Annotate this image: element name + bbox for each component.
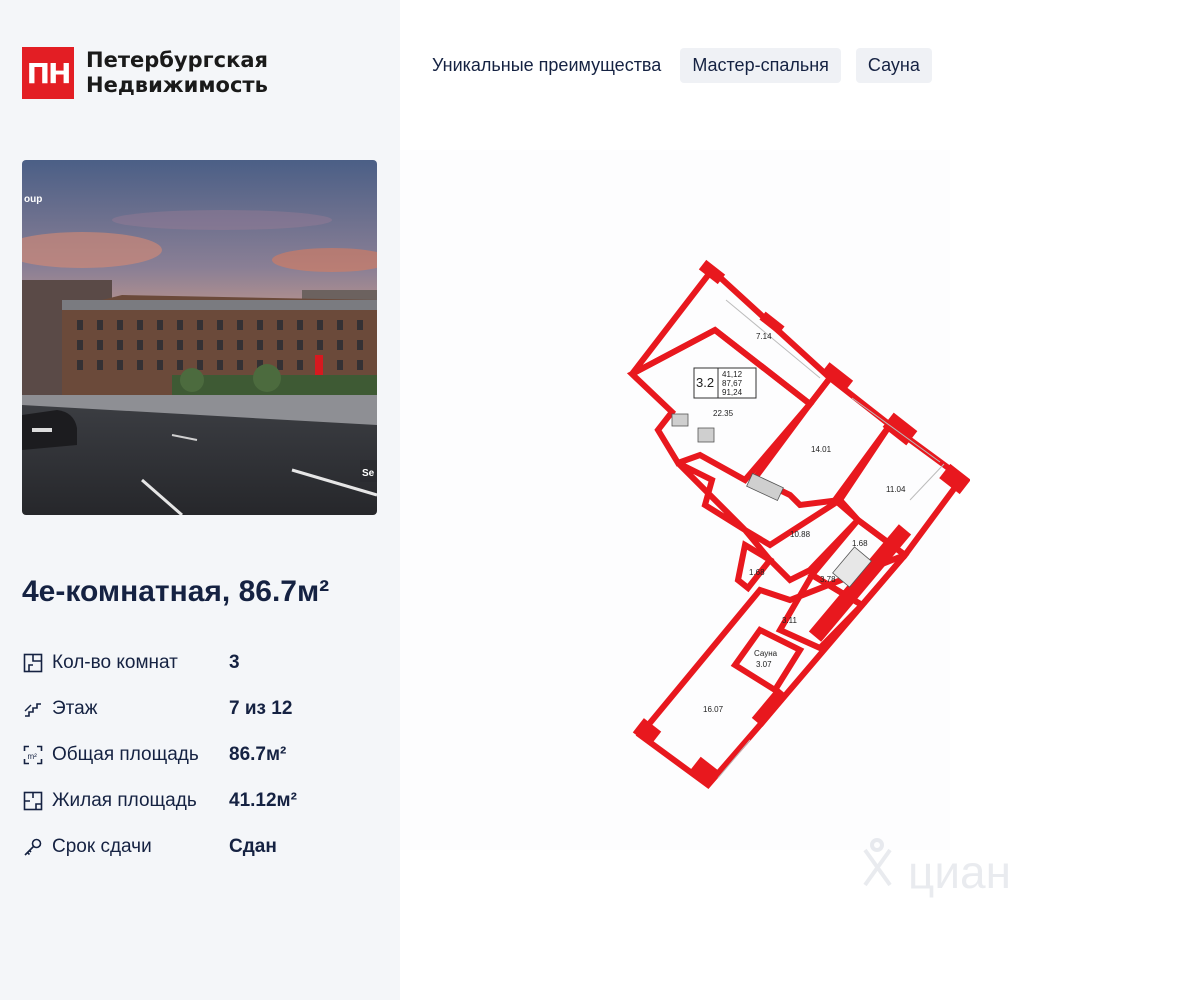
advantage-tag-master-bedroom[interactable]: Мастер-спальня bbox=[680, 48, 841, 83]
fact-deadline: Срок сдачи Сдан bbox=[22, 824, 382, 870]
room-area-shower: 3.11 bbox=[782, 616, 798, 625]
wall-kitchen bbox=[626, 326, 815, 484]
fact-value: 3 bbox=[229, 652, 240, 673]
room-area-closet: 1.68 bbox=[852, 539, 868, 548]
fact-label: Этаж bbox=[52, 698, 98, 719]
fact-rooms: Кол-во комнат 3 bbox=[22, 640, 382, 686]
fact-living-area: Жилая площадь 41.12м² bbox=[22, 778, 382, 824]
fact-total-area: m² Общая площадь 86.7м² bbox=[22, 732, 382, 778]
unit-number: 3.2 bbox=[696, 375, 714, 390]
room-area-balcony: 7.14 bbox=[756, 332, 772, 341]
unit-area-living: 41,12 bbox=[722, 370, 743, 379]
room-area-bedroom-3: 16.07 bbox=[703, 705, 724, 714]
fact-label: Срок сдачи bbox=[52, 836, 152, 857]
floorplan[interactable]: 3.2 41,12 87,67 91,24 7.14 22.35 14.01 1… bbox=[400, 150, 971, 850]
listing-title: 4е-комнатная, 86.7м² bbox=[22, 575, 330, 608]
fact-value: 41.12м² bbox=[229, 790, 297, 811]
fact-value: Сдан bbox=[229, 836, 277, 857]
wall-bedroom-3 bbox=[635, 552, 908, 790]
floorplan-drawing: 3.2 41,12 87,67 91,24 7.14 22.35 14.01 1… bbox=[626, 259, 971, 790]
logo-mark: ПН bbox=[22, 47, 74, 99]
fact-floor: Этаж 7 из 12 bbox=[22, 686, 382, 732]
room-area-kitchen: 22.35 bbox=[713, 409, 734, 418]
fact-label: Общая площадь bbox=[52, 744, 199, 765]
unit-area-with-balcony: 91,24 bbox=[722, 388, 743, 397]
building-render-image: oup Se bbox=[22, 160, 377, 515]
area-icon: m² bbox=[22, 744, 44, 766]
logo-text: Петербургская Недвижимость bbox=[86, 48, 268, 98]
room-label-sauna: Сауна bbox=[754, 649, 778, 658]
sidebar: ПН Петербургская Недвижимость oup Se 4е-… bbox=[0, 0, 400, 1000]
cian-watermark: циан bbox=[863, 838, 1011, 898]
facts-list: Кол-во комнат 3 Этаж 7 из 12 m² Общая пл… bbox=[22, 640, 382, 870]
room-area-wc: 1.68 bbox=[749, 568, 765, 577]
logo-line-2: Недвижимость bbox=[86, 73, 268, 97]
unit-area-total: 87,67 bbox=[722, 379, 743, 388]
watermark-text: циан bbox=[908, 846, 1011, 898]
advantage-tag-sauna[interactable]: Сауна bbox=[855, 48, 932, 83]
stairs-icon bbox=[22, 698, 44, 720]
room-area-hall: 10.88 bbox=[790, 530, 811, 539]
fact-value: 86.7м² bbox=[229, 744, 287, 765]
advantages: Уникальные преимущества Мастер-спальня С… bbox=[432, 48, 947, 83]
room-area-bedroom-1: 14.01 bbox=[811, 445, 832, 454]
fact-label: Жилая площадь bbox=[52, 790, 197, 811]
fact-label: Кол-во комнат bbox=[52, 652, 178, 673]
building-photo[interactable]: oup Se bbox=[22, 160, 377, 515]
brand-logo[interactable]: ПН Петербургская Недвижимость bbox=[22, 47, 268, 99]
living-area-icon bbox=[22, 790, 44, 812]
logo-line-1: Петербургская bbox=[86, 48, 268, 72]
photo-overlay-right: Se bbox=[362, 468, 375, 479]
room-area-bedroom-2: 11.04 bbox=[886, 485, 906, 494]
advantages-heading: Уникальные преимущества bbox=[432, 55, 662, 75]
svg-text:m²: m² bbox=[28, 752, 38, 761]
room-area-bath: 3.78 bbox=[820, 575, 836, 584]
room-area-sauna: 3.07 bbox=[756, 660, 772, 669]
fact-value: 7 из 12 bbox=[229, 698, 293, 719]
key-icon bbox=[22, 836, 44, 858]
photo-overlay-left: oup bbox=[24, 194, 42, 205]
rooms-icon bbox=[22, 652, 44, 674]
